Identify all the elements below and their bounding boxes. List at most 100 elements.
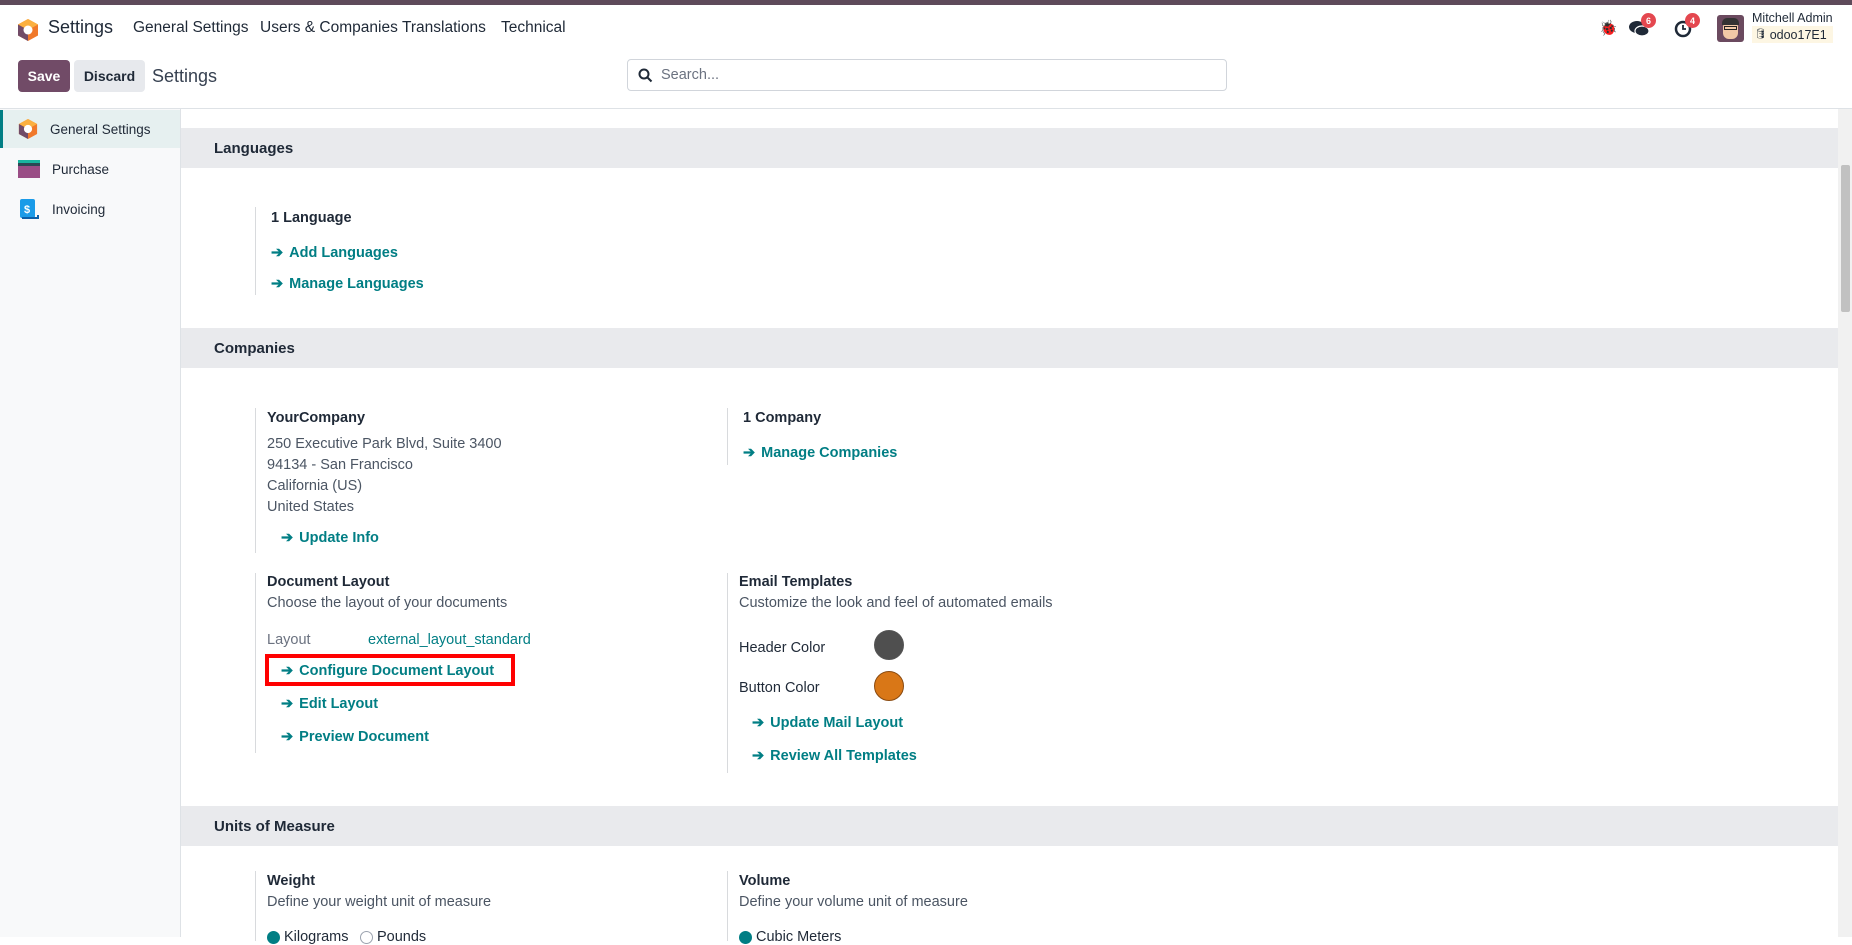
link-label: Manage Companies: [761, 445, 898, 461]
edit-layout-link[interactable]: ➔ Edit Layout: [281, 696, 378, 712]
sidebar-item-label: General Settings: [50, 121, 151, 137]
breadcrumb: Settings: [152, 66, 218, 86]
update-info-link[interactable]: ➔ Update Info: [281, 530, 379, 546]
divider: [255, 408, 256, 553]
sidebar-item-label: Invoicing: [52, 201, 106, 217]
svg-text:$: $: [24, 204, 30, 216]
arrow-right-icon: ➔: [271, 245, 284, 261]
company-address-line: 250 Executive Park Blvd, Suite 3400: [267, 436, 502, 452]
settings-sidebar: General Settings Purchase $ Invoicing: [0, 109, 181, 937]
document-layout-desc: Choose the layout of your documents: [267, 595, 508, 611]
layout-value-link[interactable]: external_layout_standard: [368, 632, 531, 648]
sidebar-item-label: Purchase: [52, 161, 110, 177]
divider: [727, 573, 728, 773]
debug-bug-icon[interactable]: 🐞: [1599, 19, 1618, 37]
arrow-right-icon: ➔: [281, 696, 294, 712]
link-label: Update Info: [299, 530, 379, 546]
database-icon: 🛢: [1754, 29, 1767, 40]
company-address-line: 94134 - San Francisco: [267, 457, 413, 473]
menu-users-companies[interactable]: Users & Companies: [260, 19, 398, 37]
button-color-swatch[interactable]: [874, 671, 904, 701]
header-color-swatch[interactable]: [874, 630, 904, 660]
section-header-languages: Languages: [181, 128, 1838, 168]
sidebar-item-purchase[interactable]: Purchase: [0, 150, 180, 188]
database-label: odoo17E1: [1769, 27, 1827, 42]
option-label: Pounds: [377, 929, 427, 945]
option-label: Cubic Meters: [756, 929, 842, 945]
invoicing-icon: $: [20, 199, 39, 219]
weight-desc: Define your weight unit of measure: [267, 894, 492, 910]
preview-document-link[interactable]: ➔ Preview Document: [281, 729, 429, 745]
volume-option-cubic-meters[interactable]: Cubic Meters: [739, 929, 841, 945]
volume-title: Volume: [739, 873, 791, 889]
sidebar-item-invoicing[interactable]: $ Invoicing: [0, 190, 180, 228]
company-address-line: United States: [267, 499, 355, 515]
arrow-right-icon: ➔: [281, 729, 294, 745]
email-templates-desc: Customize the look and feel of automated…: [739, 595, 1053, 611]
user-avatar[interactable]: [1717, 15, 1744, 42]
menu-translations[interactable]: Translations: [402, 19, 486, 37]
company-name: YourCompany: [267, 410, 366, 426]
configure-document-layout-link[interactable]: ➔ Configure Document Layout: [281, 663, 494, 679]
search-input[interactable]: Search...: [627, 59, 1227, 91]
database-name: 🛢 odoo17E1: [1752, 26, 1833, 43]
divider: [727, 871, 728, 941]
manage-companies-link[interactable]: ➔ Manage Companies: [743, 445, 897, 461]
control-panel: Save Discard Settings Search...: [0, 54, 1852, 109]
link-label: Configure Document Layout: [299, 663, 495, 679]
discard-button[interactable]: Discard: [74, 60, 145, 92]
weight-title: Weight: [267, 873, 316, 889]
link-label: Review All Templates: [770, 748, 917, 764]
menu-general-settings[interactable]: General Settings: [133, 19, 248, 37]
purchase-icon: [18, 160, 40, 178]
messages-badge: 6: [1641, 13, 1656, 28]
activities-badge: 4: [1685, 13, 1700, 28]
weight-option-kilograms[interactable]: Kilograms: [267, 929, 348, 945]
document-layout-title: Document Layout: [267, 574, 390, 590]
link-label: Manage Languages: [289, 276, 424, 292]
menu-technical[interactable]: Technical: [501, 19, 566, 37]
divider: [255, 573, 256, 753]
divider: [727, 408, 728, 465]
general-settings-icon: [18, 119, 38, 139]
arrow-right-icon: ➔: [752, 748, 765, 764]
scrollbar-thumb[interactable]: [1841, 165, 1850, 312]
button-color-label: Button Color: [739, 680, 820, 696]
sidebar-item-general-settings[interactable]: General Settings: [0, 110, 180, 148]
volume-desc: Define your volume unit of measure: [739, 894, 968, 910]
section-header-companies: Companies: [181, 328, 1838, 368]
navbar: Settings General Settings Users & Compan…: [0, 5, 1852, 54]
manage-languages-link[interactable]: ➔ Manage Languages: [271, 276, 424, 292]
odoo-logo-icon[interactable]: [17, 18, 39, 42]
link-label: Update Mail Layout: [770, 715, 904, 731]
company-count: 1 Company: [743, 410, 822, 426]
link-label: Add Languages: [289, 245, 398, 261]
radio-checked-icon: [739, 930, 752, 944]
search-icon: [638, 68, 653, 82]
company-address-line: California (US): [267, 478, 363, 494]
arrow-right-icon: ➔: [281, 663, 294, 679]
app-name[interactable]: Settings: [48, 17, 113, 38]
search-placeholder: Search...: [661, 67, 720, 83]
arrow-right-icon: ➔: [743, 445, 756, 461]
arrow-right-icon: ➔: [752, 715, 765, 731]
arrow-right-icon: ➔: [271, 276, 284, 292]
email-templates-title: Email Templates: [739, 574, 853, 590]
add-languages-link[interactable]: ➔ Add Languages: [271, 245, 398, 261]
language-count: 1 Language: [271, 210, 352, 226]
divider: [255, 207, 256, 295]
review-all-templates-link[interactable]: ➔ Review All Templates: [752, 748, 917, 764]
divider: [255, 871, 256, 941]
option-label: Kilograms: [284, 929, 349, 945]
link-label: Edit Layout: [299, 696, 379, 712]
header-color-label: Header Color: [739, 640, 826, 656]
section-header-units-of-measure: Units of Measure: [181, 806, 1838, 846]
user-name[interactable]: Mitchell Admin: [1752, 11, 1833, 25]
link-label: Preview Document: [299, 729, 429, 745]
weight-option-pounds[interactable]: Pounds: [360, 929, 426, 945]
radio-unchecked-icon: [360, 930, 373, 944]
arrow-right-icon: ➔: [281, 530, 294, 546]
save-button[interactable]: Save: [18, 60, 70, 92]
update-mail-layout-link[interactable]: ➔ Update Mail Layout: [752, 715, 903, 731]
radio-checked-icon: [267, 930, 280, 944]
